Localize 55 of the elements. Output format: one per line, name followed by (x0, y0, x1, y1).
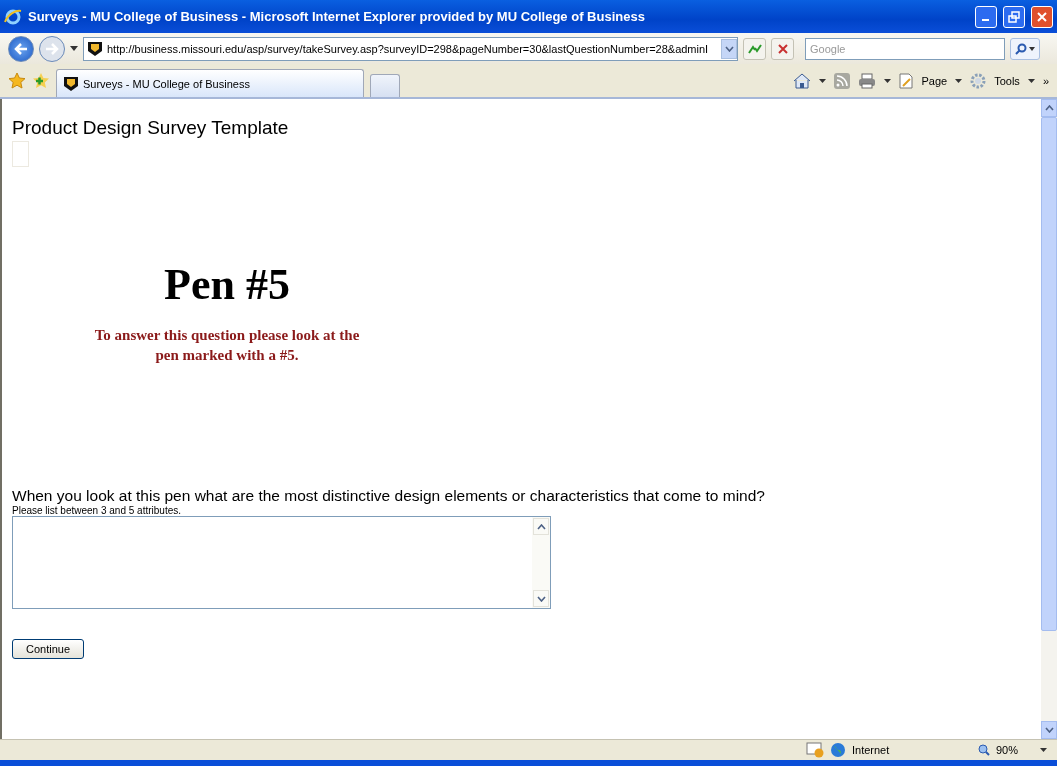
caret-icon[interactable] (1040, 748, 1047, 752)
caret-icon[interactable] (955, 78, 963, 83)
close-icon[interactable] (1036, 10, 1048, 23)
window-title: Surveys - MU College of Business - Microsoft Internet Explorer provided by MU College of Business (28, 9, 646, 24)
star-icon[interactable] (8, 71, 26, 90)
chevron-up-icon[interactable] (536, 523, 546, 530)
add-favorite-icon[interactable] (32, 71, 50, 90)
zoom-icon[interactable] (977, 744, 990, 756)
dropdown-button[interactable] (721, 38, 737, 59)
caret-icon[interactable] (819, 78, 827, 83)
pen-heading: Pen #5 (164, 259, 290, 310)
back-arrow-icon[interactable] (14, 42, 28, 55)
chevron-down-icon[interactable] (536, 595, 546, 602)
search-button[interactable] (1010, 37, 1040, 60)
shield-icon (63, 75, 79, 92)
page-menu[interactable]: Page (921, 74, 948, 87)
continue-button[interactable]: Continue (12, 639, 84, 659)
refresh-button[interactable] (743, 37, 766, 60)
page-icon[interactable] (899, 72, 914, 89)
chevron-down-icon[interactable] (1044, 727, 1054, 733)
minimize-button[interactable] (975, 5, 997, 28)
search-icon[interactable] (1015, 42, 1027, 55)
question-text: When you look at this pen what are the most distinctive design elements or characteristics that come to mind? (12, 487, 766, 505)
address-field[interactable]: http://business.missouri.edu/asp/survey/takeSurvey.asp?surveyID=298&pageNumber=30&lastQuestionNumber=28&adminI (83, 36, 738, 61)
image-placeholder (12, 141, 29, 167)
browser-logo-icon (4, 7, 22, 26)
caret-icon[interactable] (1027, 78, 1035, 83)
home-icon[interactable] (793, 72, 812, 89)
scrollbar[interactable] (1041, 99, 1057, 739)
forward-button[interactable] (39, 35, 65, 62)
stop-icon[interactable] (777, 43, 788, 54)
instruction-text: To answer this question please look at the pen marked with a #5. (93, 326, 361, 365)
shield-icon (87, 40, 103, 57)
caret-icon[interactable] (884, 78, 892, 83)
answer-box[interactable] (12, 516, 551, 609)
overflow-chevron[interactable]: » (1042, 74, 1049, 87)
stop-button[interactable] (771, 37, 794, 60)
caret-icon[interactable] (1029, 46, 1035, 51)
close-button[interactable] (1031, 5, 1053, 28)
caret-icon[interactable] (70, 46, 78, 51)
chevron-down-icon[interactable] (724, 45, 734, 52)
hint-text: Please list between 3 and 5 attributes. (12, 505, 182, 516)
globe-icon (829, 742, 846, 758)
back-button[interactable] (8, 35, 34, 62)
restore-button[interactable] (1003, 5, 1025, 28)
zone-label: Internet (851, 744, 891, 756)
zoom-level[interactable]: 90% (995, 744, 1018, 756)
restore-icon[interactable] (1008, 10, 1020, 23)
feed-icon[interactable] (834, 72, 851, 89)
tools-menu[interactable]: Tools (994, 74, 1020, 87)
search-field[interactable]: Google (805, 37, 1005, 60)
browser-tab[interactable]: Surveys - MU College of Business (56, 69, 364, 97)
survey-title: Product Design Survey Template (12, 117, 290, 139)
printer-icon[interactable] (858, 72, 877, 89)
chevron-up-icon[interactable] (1044, 105, 1054, 111)
